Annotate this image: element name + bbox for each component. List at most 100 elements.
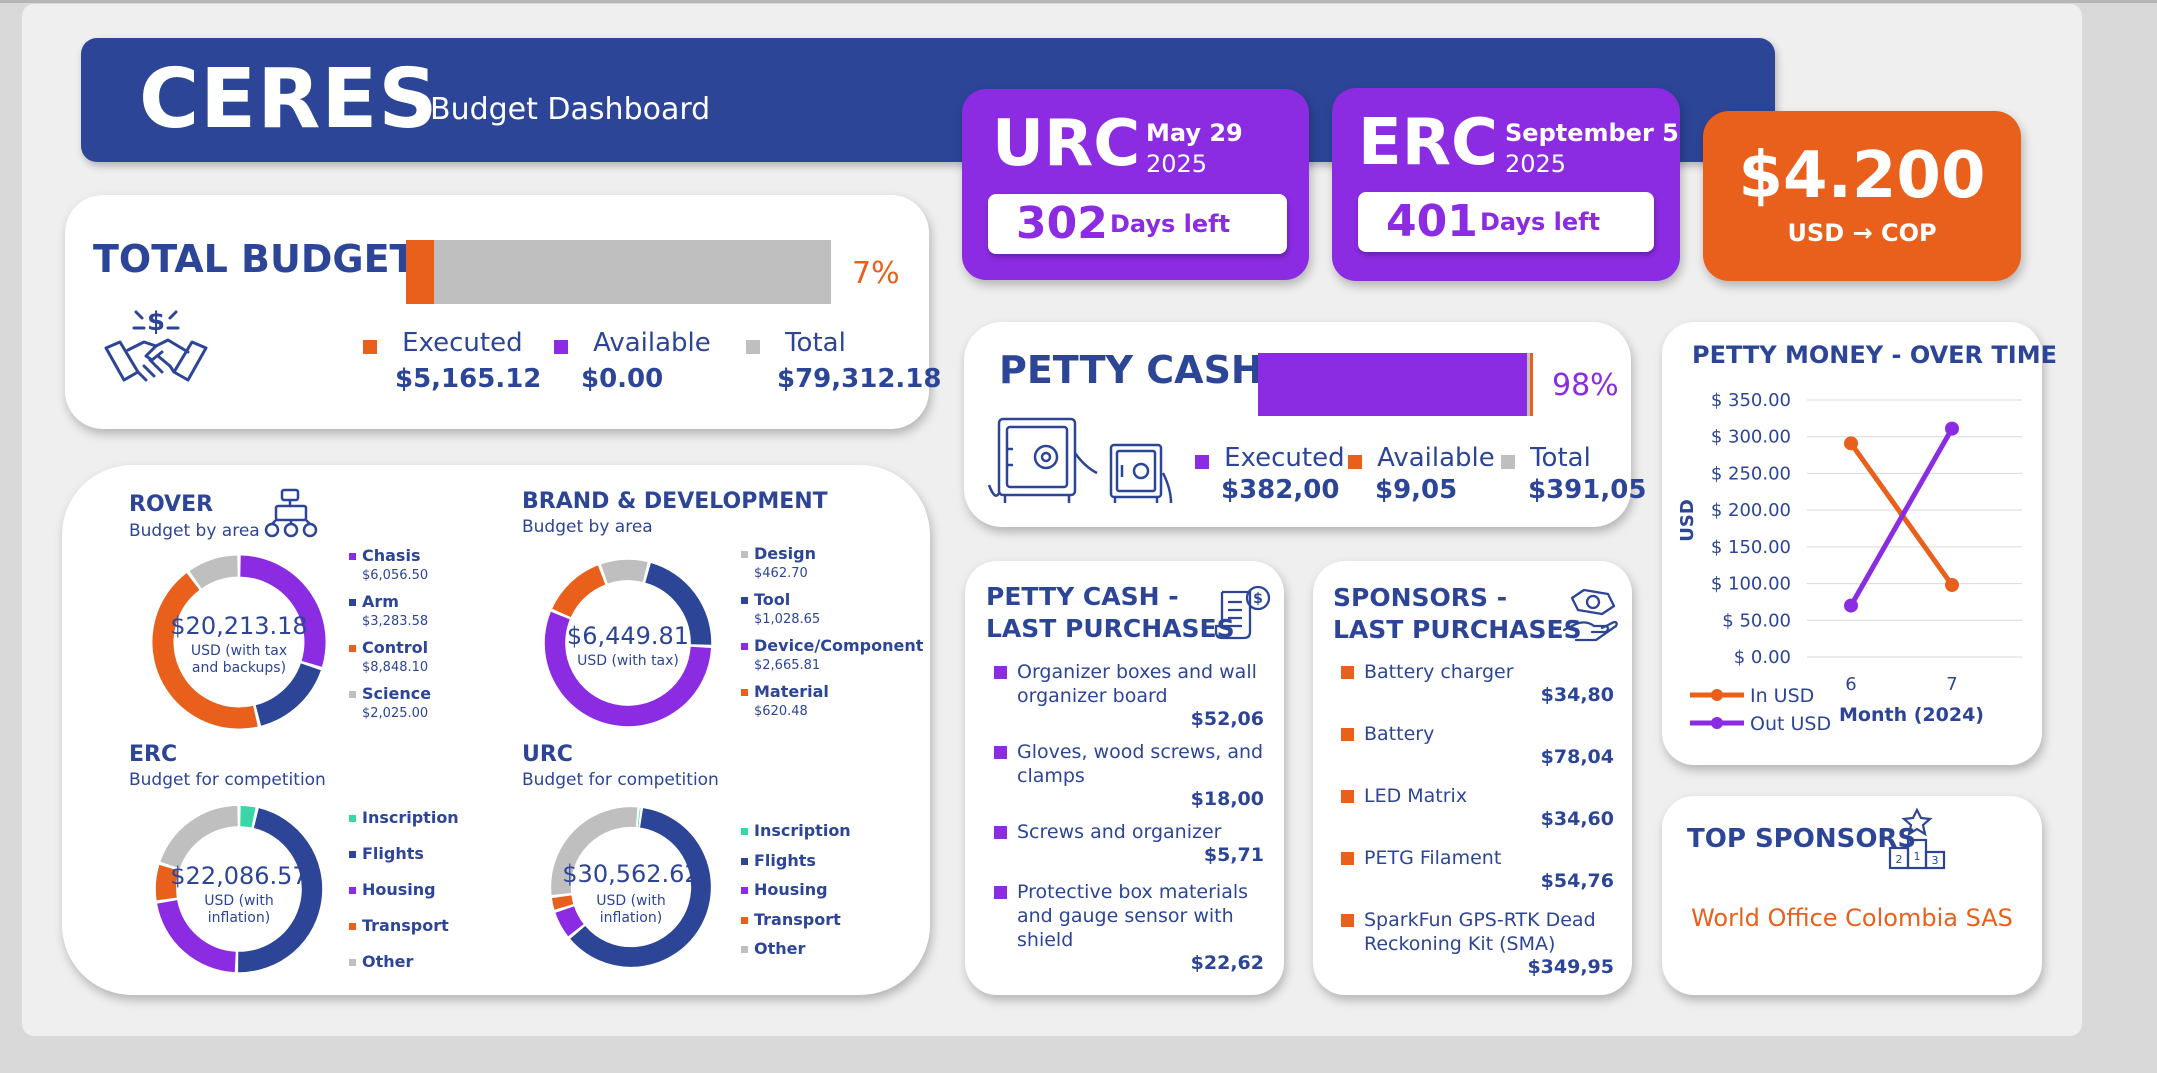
deadline-year: 2025 bbox=[1505, 150, 1567, 178]
legend-swatch bbox=[349, 887, 356, 894]
available-value: $0.00 bbox=[581, 364, 664, 394]
legend-value: $2,025.00 bbox=[362, 706, 429, 721]
deadline-code: URC bbox=[992, 107, 1141, 181]
bullet bbox=[994, 746, 1007, 759]
deadline-code: ERC bbox=[1358, 106, 1498, 180]
legend-item: Flights bbox=[349, 844, 459, 880]
bullet bbox=[994, 886, 1007, 899]
donut-segment-transport bbox=[551, 895, 574, 910]
purchase-item: Battery $78,04 bbox=[1341, 722, 1614, 784]
podium-icon: 1 2 3 bbox=[1888, 807, 1946, 870]
safe-icon bbox=[987, 417, 1173, 504]
legend-label: Total bbox=[785, 328, 846, 358]
petty-executed-value: $382,00 bbox=[1221, 475, 1340, 505]
bullet bbox=[994, 826, 1007, 839]
total-budget-percent: 7% bbox=[852, 256, 900, 291]
title-line: LAST PURCHASES bbox=[1333, 615, 1582, 644]
donut-segment-material bbox=[552, 565, 606, 618]
exchange-rate-card: $4.200 USD → COP bbox=[1703, 111, 2021, 281]
petty-purchases-list: Organizer boxes and wall organizer board… bbox=[994, 660, 1264, 1000]
legend-swatch bbox=[1195, 454, 1209, 469]
y-tick-label: $ 350.00 bbox=[1711, 390, 1791, 411]
legend-total: Total bbox=[1501, 443, 1591, 473]
rover-icon bbox=[264, 488, 318, 538]
deadline-date: September 5 bbox=[1505, 119, 1679, 147]
legend-label: Design bbox=[754, 544, 816, 563]
legend-label: Other bbox=[362, 952, 414, 971]
legend-swatch bbox=[746, 339, 760, 354]
legend-item: Material $620.48 bbox=[741, 682, 923, 728]
x-tick-label: 7 bbox=[1946, 674, 1957, 695]
legend-available: Available bbox=[554, 328, 711, 358]
donut-segment-inscription bbox=[240, 805, 256, 828]
y-tick-label: $ 250.00 bbox=[1711, 463, 1791, 484]
legend-swatch bbox=[741, 828, 748, 835]
legend-label: Transport bbox=[754, 909, 841, 929]
legend-item: Science $2,025.00 bbox=[349, 684, 431, 730]
legend-label: Inscription bbox=[754, 821, 851, 840]
legend-label: Arm bbox=[362, 592, 399, 611]
urc-budget-note: USD (with inflation) bbox=[596, 893, 666, 926]
legend-item: Arm $3,283.58 bbox=[349, 592, 431, 638]
urc-budget-title: URC bbox=[522, 742, 573, 767]
series-point bbox=[1945, 421, 1959, 436]
purchase-item: Screws and organizer $5,71 bbox=[994, 820, 1264, 880]
purchase-name: Battery charger bbox=[1364, 661, 1514, 683]
y-tick-label: $ 0.00 bbox=[1734, 647, 1791, 668]
donut-segment-flights bbox=[237, 808, 323, 973]
legend-swatch bbox=[741, 916, 748, 924]
purchase-name: Battery bbox=[1364, 723, 1435, 745]
erc-budget-legend: Inscription Flights Housing Transport Other bbox=[349, 808, 459, 988]
petty-cash-title: PETTY CASH bbox=[999, 348, 1263, 392]
days-left-box: 302 Days left bbox=[988, 194, 1287, 254]
bullet bbox=[994, 666, 1007, 679]
legend-value: $2,665.81 bbox=[754, 658, 821, 673]
legend-swatch bbox=[741, 551, 748, 558]
purchase-item: Gloves, wood screws, and clamps $18,00 bbox=[994, 740, 1264, 820]
legend-label: Housing bbox=[362, 880, 436, 899]
days-left-box: 401 Days left bbox=[1358, 192, 1654, 252]
legend-label: Housing bbox=[754, 880, 828, 899]
purchase-price: $18,00 bbox=[1190, 788, 1264, 810]
total-value: $79,312.18 bbox=[777, 364, 942, 394]
exchange-rate-label: USD → COP bbox=[1787, 219, 1937, 247]
petty-cash-bar-available bbox=[1529, 353, 1533, 416]
legend-swatch bbox=[349, 959, 356, 966]
legend-swatch bbox=[349, 691, 356, 698]
rover-title: ROVER bbox=[129, 492, 214, 517]
legend-label: Inscription bbox=[362, 808, 459, 827]
days-left-number: 401 bbox=[1386, 196, 1478, 247]
sponsor-purchases-list: Battery charger $34,80 Battery $78,04 LED Ma… bbox=[1341, 660, 1614, 998]
purchase-item: LED Matrix $34,60 bbox=[1341, 784, 1614, 846]
series-point bbox=[1844, 436, 1858, 451]
legend-marker bbox=[1711, 689, 1723, 701]
series-point bbox=[1844, 598, 1858, 613]
purchase-name: SparkFun GPS-RTK Dead Reckoning Kit (SMA… bbox=[1364, 909, 1596, 955]
legend-swatch bbox=[741, 887, 748, 894]
legend-swatch bbox=[363, 339, 377, 354]
erc-budget-total: $22,086.57 bbox=[170, 862, 308, 890]
legend-label: Tool bbox=[754, 590, 791, 609]
legend-label: Total bbox=[1530, 443, 1591, 473]
brand-total-note: USD (with tax) bbox=[577, 653, 679, 669]
legend-item: Transport bbox=[741, 910, 851, 940]
purchase-price: $54,76 bbox=[1540, 870, 1614, 892]
purchase-price: $349,95 bbox=[1527, 956, 1614, 978]
rover-donut-chart bbox=[152, 555, 326, 729]
sponsor-hand-icon bbox=[1562, 588, 1618, 642]
legend-label: Control bbox=[362, 638, 429, 657]
svg-text:$: $ bbox=[1253, 591, 1263, 607]
deadline-year: 2025 bbox=[1146, 150, 1208, 178]
legend-label: Transport bbox=[362, 916, 449, 935]
svg-text:$: $ bbox=[147, 307, 165, 337]
y-tick-label: $ 150.00 bbox=[1711, 537, 1791, 558]
erc-budget-subtitle: Budget for competition bbox=[129, 770, 326, 790]
purchase-item: Battery charger $34,80 bbox=[1341, 660, 1614, 722]
bullet bbox=[1341, 914, 1354, 927]
legend-item: Design $462.70 bbox=[741, 544, 923, 590]
legend-swatch bbox=[1348, 454, 1362, 469]
legend-item: Other bbox=[741, 939, 851, 969]
legend-label: Material bbox=[754, 682, 829, 701]
title-line: PETTY CASH - bbox=[986, 582, 1179, 611]
total-budget-bar-executed bbox=[406, 240, 434, 304]
